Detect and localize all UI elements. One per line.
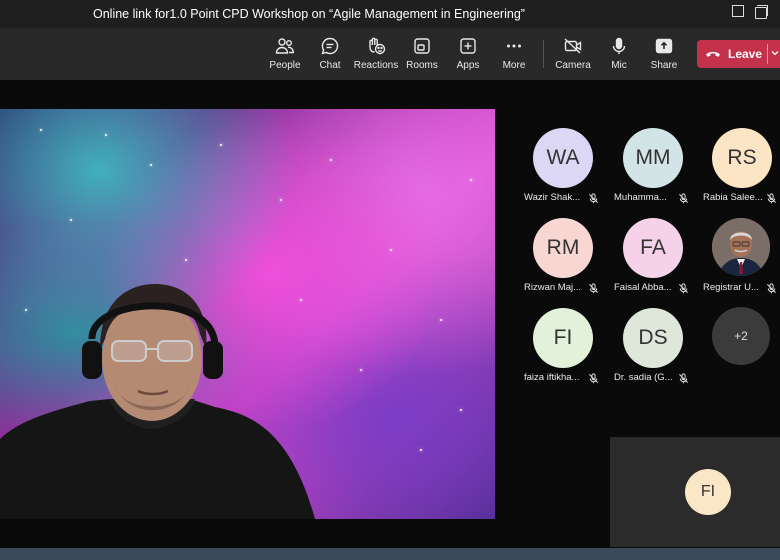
mic-icon	[612, 37, 626, 54]
chat-button[interactable]: Chat	[305, 36, 355, 71]
registrar-photo	[712, 218, 770, 276]
star-decoration	[330, 159, 332, 161]
share-icon	[655, 38, 673, 54]
star-decoration	[185, 259, 187, 261]
mic-muted-icon	[679, 283, 688, 294]
more-participants-button[interactable]: +2	[712, 307, 770, 365]
restore-window-icon[interactable]	[730, 5, 744, 19]
share-button[interactable]: Share	[639, 36, 689, 71]
star-decoration	[105, 134, 107, 136]
leave-label: Leave	[728, 47, 763, 61]
participant-name: Rabia Salee...	[703, 192, 763, 203]
mic-muted-icon	[767, 193, 776, 204]
taskbar-strip	[0, 548, 780, 560]
star-decoration	[390, 249, 392, 251]
people-label: People	[269, 60, 301, 71]
participant-avatar-fi[interactable]: FI	[533, 308, 593, 368]
reactions-label: Reactions	[353, 60, 399, 71]
apps-label: Apps	[456, 60, 480, 71]
toolbar-divider	[543, 40, 544, 68]
mic-muted-icon	[767, 283, 776, 294]
leave-button[interactable]: Leave	[697, 40, 780, 68]
apps-button[interactable]: Apps	[443, 36, 493, 71]
camera-off-icon	[564, 38, 582, 54]
star-decoration	[280, 199, 282, 201]
participant-photo-avatar[interactable]	[712, 218, 770, 276]
chevron-down-icon[interactable]	[771, 49, 779, 57]
star-decoration	[470, 179, 472, 181]
rooms-label: Rooms	[406, 60, 438, 71]
chat-label: Chat	[319, 60, 341, 71]
participant-avatar-ds[interactable]: DS	[623, 308, 683, 368]
apps-icon	[460, 38, 476, 54]
phone-hangup-icon	[706, 51, 720, 57]
participant-avatar-mm[interactable]: MM	[623, 128, 683, 188]
participant-name: Registrar U...	[703, 282, 759, 293]
presenter-figure	[0, 284, 315, 519]
participant-avatar-wa[interactable]: WA	[533, 128, 593, 188]
star-decoration	[150, 164, 152, 166]
share-label: Share	[650, 60, 678, 71]
participant-name: Wazir Shak...	[524, 192, 581, 203]
star-decoration	[360, 369, 362, 371]
participant-name: Rizwan Maj...	[524, 282, 582, 293]
mic-label: Mic	[611, 60, 627, 71]
people-icon	[275, 38, 295, 54]
participant-name: Faisal Abba...	[614, 282, 672, 293]
star-decoration	[220, 144, 222, 146]
mic-muted-icon	[589, 193, 598, 204]
main-video[interactable]	[0, 109, 495, 519]
mic-muted-icon	[679, 193, 688, 204]
rooms-button[interactable]: Rooms	[397, 36, 447, 71]
mic-button[interactable]: Mic	[594, 36, 644, 71]
star-decoration	[70, 219, 72, 221]
maximize-window-icon[interactable]	[754, 5, 768, 19]
camera-label: Camera	[555, 60, 591, 71]
people-button[interactable]: People	[260, 36, 310, 71]
leave-separator	[767, 44, 768, 64]
chat-icon	[321, 37, 339, 55]
star-decoration	[440, 319, 442, 321]
participant-name: faiza iftikha...	[524, 372, 580, 383]
mic-muted-icon	[589, 373, 598, 384]
more-icon	[507, 44, 521, 48]
participant-name: Dr. sadia (G...	[614, 372, 673, 383]
rooms-icon	[414, 38, 430, 54]
reactions-icon	[369, 37, 386, 55]
participant-avatar-rs[interactable]: RS	[712, 128, 772, 188]
mic-muted-icon	[679, 373, 688, 384]
star-decoration	[420, 449, 422, 451]
participant-avatar-fa[interactable]: FA	[623, 218, 683, 278]
participant-name: Muhamma...	[614, 192, 667, 203]
camera-button[interactable]: Camera	[548, 36, 598, 71]
more-label: More	[502, 60, 526, 71]
star-decoration	[460, 409, 462, 411]
meeting-title: Online link for1.0 Point CPD Workshop on…	[93, 7, 525, 21]
mic-muted-icon	[589, 283, 598, 294]
reactions-button[interactable]: Reactions	[351, 36, 401, 71]
participant-avatar-rm[interactable]: RM	[533, 218, 593, 278]
star-decoration	[40, 129, 42, 131]
more-button[interactable]: More	[489, 36, 539, 71]
title-bar: Online link for1.0 Point CPD Workshop on…	[0, 0, 780, 28]
self-view-avatar: FI	[685, 469, 731, 515]
